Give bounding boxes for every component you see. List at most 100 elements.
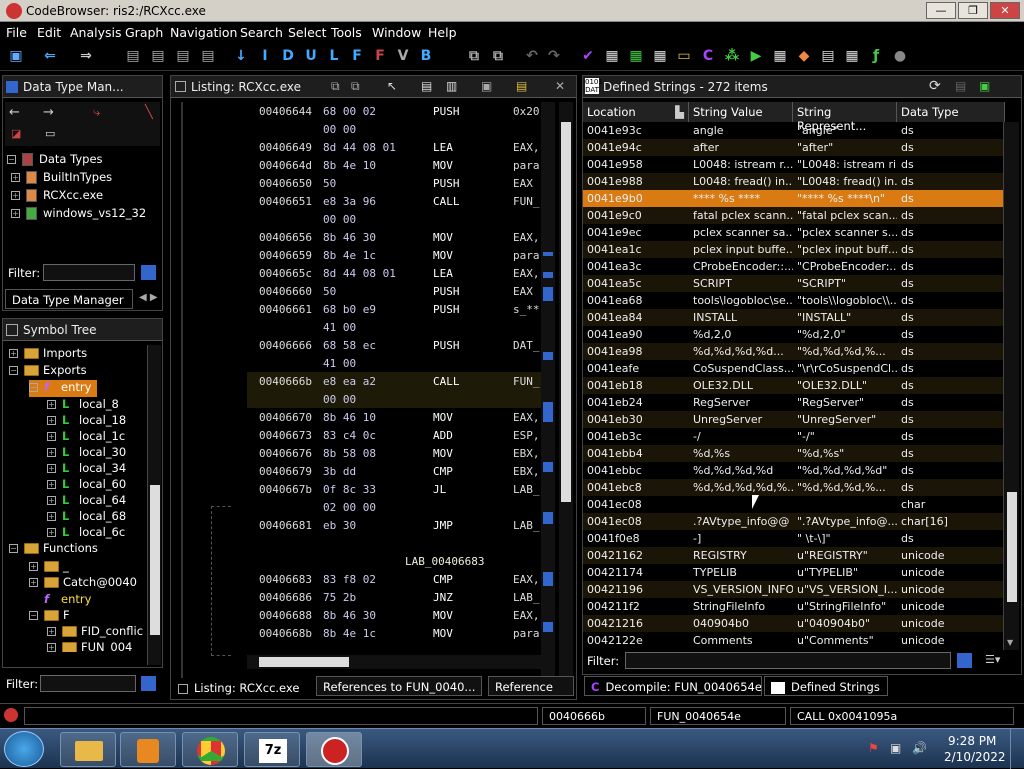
- start-button[interactable]: [4, 731, 44, 767]
- table-options-icon[interactable]: ▤: [955, 79, 966, 93]
- listing-row[interactable]: 0040667b 0f 8c 33 JL LAB_: [247, 480, 543, 498]
- strings-row[interactable]: 0041e9c0 fatal pclex scann... "fatal pclex…: [583, 207, 1003, 224]
- scrollbar-thumb[interactable]: [1007, 492, 1017, 602]
- memory-icon[interactable]: ▦: [652, 48, 668, 64]
- tree-item-local[interactable]: + Llocal_68: [47, 509, 126, 526]
- strings-scrollbar[interactable]: ▼: [1003, 122, 1019, 650]
- listing-row[interactable]: 41 00: [247, 318, 543, 336]
- doc-icon-3[interactable]: ▤: [175, 48, 191, 64]
- tree-item-exports[interactable]: − Exports: [9, 363, 87, 380]
- tab-references[interactable]: Reference: [488, 676, 574, 696]
- tree-item-local[interactable]: + Llocal_60: [47, 477, 126, 494]
- menu-graph[interactable]: Graph: [125, 25, 163, 40]
- tree-item-local[interactable]: + Llocal_64: [47, 493, 126, 510]
- tree-item-builtintypes[interactable]: + BuiltInTypes: [11, 170, 112, 187]
- down-arrow-icon[interactable]: ↓: [233, 48, 249, 64]
- clock-time[interactable]: 9:28 PM: [948, 734, 996, 748]
- action-center-icon[interactable]: ▣: [890, 741, 901, 755]
- listing-row[interactable]: 00 00: [247, 210, 543, 228]
- help-icon[interactable]: ●: [892, 48, 908, 64]
- strings-row[interactable]: 0041ea5c SCRIPT "SCRIPT" ds: [583, 275, 1003, 292]
- tree-item-local[interactable]: + Llocal_34: [47, 461, 126, 478]
- diamond-icon[interactable]: ◆: [796, 48, 812, 64]
- tree-item-rcxcc[interactable]: + RCXcc.exe: [11, 188, 103, 205]
- filter-clear-icon[interactable]: [957, 653, 972, 668]
- media-player-taskbar-icon[interactable]: [120, 732, 176, 767]
- graph-icon[interactable]: ⁂: [724, 48, 740, 64]
- menu-navigation[interactable]: Navigation: [170, 25, 237, 40]
- tab-scroll-icon[interactable]: ◀ ▶: [139, 292, 158, 303]
- listing-row[interactable]: 00406686 75 2b JNZ LAB_: [247, 588, 543, 606]
- menu-tools[interactable]: Tools: [331, 25, 362, 40]
- run-icon[interactable]: ▶: [748, 48, 764, 64]
- bookmark-b-icon[interactable]: B: [418, 48, 434, 64]
- print-icon[interactable]: ▣: [481, 79, 492, 93]
- listing-row[interactable]: 41 00: [247, 354, 543, 372]
- listing-row[interactable]: 0040666b e8 ea a2 CALL FUN_: [247, 372, 543, 390]
- menu-analysis[interactable]: Analysis: [70, 25, 122, 40]
- doc-icon-4[interactable]: ▤: [200, 48, 216, 64]
- listing-row[interactable]: 00406683 83 f8 02 CMP EAX,: [247, 570, 543, 588]
- strings-row[interactable]: 0041ea84 INSTALL "INSTALL" ds: [583, 309, 1003, 326]
- strings-row[interactable]: 00421162 REGISTRY u"REGISTRY" unicode: [583, 547, 1003, 564]
- column-location[interactable]: Location ▙: [583, 102, 689, 122]
- strings-row[interactable]: 0042122e Comments u"Comments" unicode: [583, 632, 1003, 649]
- instruction-icon[interactable]: I: [257, 48, 273, 64]
- strings-row[interactable]: 0041e958 L0048: istream r... "L0048: istre…: [583, 156, 1003, 173]
- listing-row[interactable]: LAB_00406683: [247, 552, 543, 570]
- data-icon[interactable]: D: [280, 48, 296, 64]
- strings-row[interactable]: 004211f2 StringFileInfo u"StringFileInfo" u…: [583, 598, 1003, 615]
- menu-search[interactable]: Search: [240, 25, 283, 40]
- tab-listing[interactable]: Listing: RCXcc.exe: [172, 678, 310, 698]
- redo-icon[interactable]: ↷: [546, 48, 562, 64]
- strings-row[interactable]: 0041e988 L0048: fread() in... "L0048: frea…: [583, 173, 1003, 190]
- column-data-type[interactable]: Data Type: [897, 102, 1005, 122]
- column-string-value[interactable]: String Value: [689, 102, 793, 122]
- save-icon[interactable]: ▣: [8, 48, 24, 64]
- strings-row[interactable]: 0041ebbc %d,%d,%d,%d "%d,%d,%d,%d" ds: [583, 462, 1003, 479]
- strings-row[interactable]: 0041eb24 RegServer "RegServer" ds: [583, 394, 1003, 411]
- menu-window[interactable]: Window: [372, 25, 421, 40]
- strings-row[interactable]: 0041ebc8 %d,%d,%d,%d,%... "%d,%d,%d,%... ds: [583, 479, 1003, 496]
- strings-row-selected[interactable]: 0041e9b0 **** %s **** "**** %s ****\n" ds: [583, 190, 1003, 207]
- options-icon[interactable]: ▤: [516, 79, 527, 93]
- tree-item-func-folder[interactable]: + FID_conflic: [47, 624, 143, 641]
- paste-icon[interactable]: ⧉: [490, 48, 506, 64]
- copy-icon[interactable]: ⧉: [466, 48, 482, 64]
- listing-row[interactable]: 00406673 83 c4 0c ADD ESP,: [247, 426, 543, 444]
- tree-icon[interactable]: ⤷: [93, 105, 100, 120]
- forward-arrow-icon[interactable]: ⇒: [78, 48, 94, 64]
- symbol-tree-scrollbar[interactable]: [147, 345, 161, 665]
- menu-select[interactable]: Select: [288, 25, 327, 40]
- function-icon[interactable]: F: [349, 48, 365, 64]
- collapse-icon[interactable]: ▭: [45, 127, 55, 140]
- 7zip-taskbar-icon[interactable]: 7z: [244, 732, 300, 767]
- tree-item-local[interactable]: + Llocal_6c: [47, 525, 125, 542]
- tree-root-datatypes[interactable]: − Data Types: [7, 152, 103, 169]
- strings-row[interactable]: 0041ea68 tools\logobloc\se... "tools\\logo…: [583, 292, 1003, 309]
- menu-help[interactable]: Help: [428, 25, 457, 40]
- cursor-icon[interactable]: ↖: [387, 79, 397, 93]
- diff-icon[interactable]: ▥: [446, 79, 457, 93]
- listing-code-area[interactable]: 00406644 68 00 02 PUSH 0x20 00 00 00406649 8d …: [247, 100, 543, 682]
- strings-row[interactable]: 00421174 TYPELIB u"TYPELIB" unicode: [583, 564, 1003, 581]
- maximize-button[interactable]: ❐: [958, 2, 988, 19]
- menu-file[interactable]: File: [6, 25, 27, 40]
- strings-row[interactable]: 0041e94c after "after" ds: [583, 139, 1003, 156]
- table-icon[interactable]: ▦: [772, 48, 788, 64]
- tree-item-imports[interactable]: + Imports: [9, 346, 87, 363]
- datatype-filter-input[interactable]: [43, 264, 135, 281]
- close-icon[interactable]: ✕: [555, 79, 565, 93]
- volume-icon[interactable]: 🔊: [912, 741, 927, 755]
- delete-icon[interactable]: ╲: [145, 105, 153, 120]
- tree-item-func-folder[interactable]: + Catch@0040: [29, 575, 137, 592]
- listing-row[interactable]: 00406670 8b 46 10 MOV EAX,: [247, 408, 543, 426]
- listing-row[interactable]: 00406650 50 PUSH EAX: [247, 174, 543, 192]
- make-selection-icon[interactable]: ▣: [979, 79, 990, 93]
- scrollbar-thumb[interactable]: [259, 657, 349, 667]
- close-button[interactable]: ✕: [990, 2, 1020, 19]
- listing-row[interactable]: 00406660 50 PUSH EAX: [247, 282, 543, 300]
- tree-item-local[interactable]: + Llocal_18: [47, 413, 126, 430]
- listing-row[interactable]: [247, 534, 543, 552]
- strings-row[interactable]: 0041e9ec pclex scanner sa... "pclex scanne…: [583, 224, 1003, 241]
